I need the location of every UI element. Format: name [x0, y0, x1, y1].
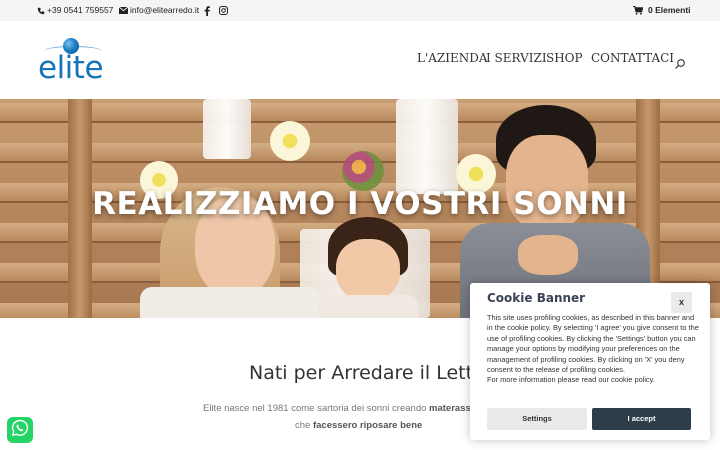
whatsapp-icon	[11, 419, 29, 442]
cookie-banner-text: This site uses profiling cookies, as des…	[487, 313, 699, 385]
facebook-icon[interactable]	[204, 0, 210, 21]
cookie-banner: Cookie Banner x This site uses profiling…	[470, 283, 710, 440]
instagram-icon[interactable]	[219, 0, 228, 21]
cart-link[interactable]: 0 Elementi	[633, 0, 691, 21]
nav-item-servizi[interactable]: I SERVIZI	[486, 51, 547, 65]
hero-title: REALIZZIAMO I VOSTRI SONNI	[92, 186, 628, 222]
search-icon[interactable]	[674, 57, 686, 69]
email-address: info@elitearredo.it	[130, 5, 200, 15]
cookie-settings-button[interactable]: Settings	[487, 408, 587, 430]
intro-text-line1: Elite nasce nel 1981 come sartoria dei s…	[203, 403, 471, 414]
email-link[interactable]: info@elitearredo.it	[119, 0, 199, 21]
cookie-close-button[interactable]: x	[671, 292, 692, 313]
phone-link[interactable]: +39 0541 759557	[37, 0, 113, 21]
elite-logo[interactable]: elite	[36, 37, 112, 87]
site-header: elite L'AZIENDA I SERVIZI SHOP CONTATTAC…	[0, 21, 720, 99]
envelope-icon	[119, 7, 128, 14]
nav-item-azienda[interactable]: L'AZIENDA	[417, 51, 488, 65]
cart-count: 0 Elementi	[648, 5, 691, 15]
whatsapp-button[interactable]	[7, 417, 33, 443]
cookie-accept-button[interactable]: I accept	[592, 408, 691, 430]
nav-item-contattaci[interactable]: CONTATTACI	[591, 51, 674, 65]
logo-text: elite	[38, 50, 104, 86]
phone-icon	[37, 7, 45, 15]
top-bar: +39 0541 759557 info@elitearredo.it 0 El…	[0, 0, 720, 21]
nav-item-shop[interactable]: SHOP	[546, 51, 583, 65]
cart-icon	[633, 6, 643, 15]
cookie-banner-title: Cookie Banner	[487, 291, 586, 305]
intro-text-line2: che facessero riposare bene	[295, 420, 423, 431]
section-title: Nati per Arredare il Letto	[249, 362, 485, 384]
phone-number: +39 0541 759557	[47, 5, 114, 15]
